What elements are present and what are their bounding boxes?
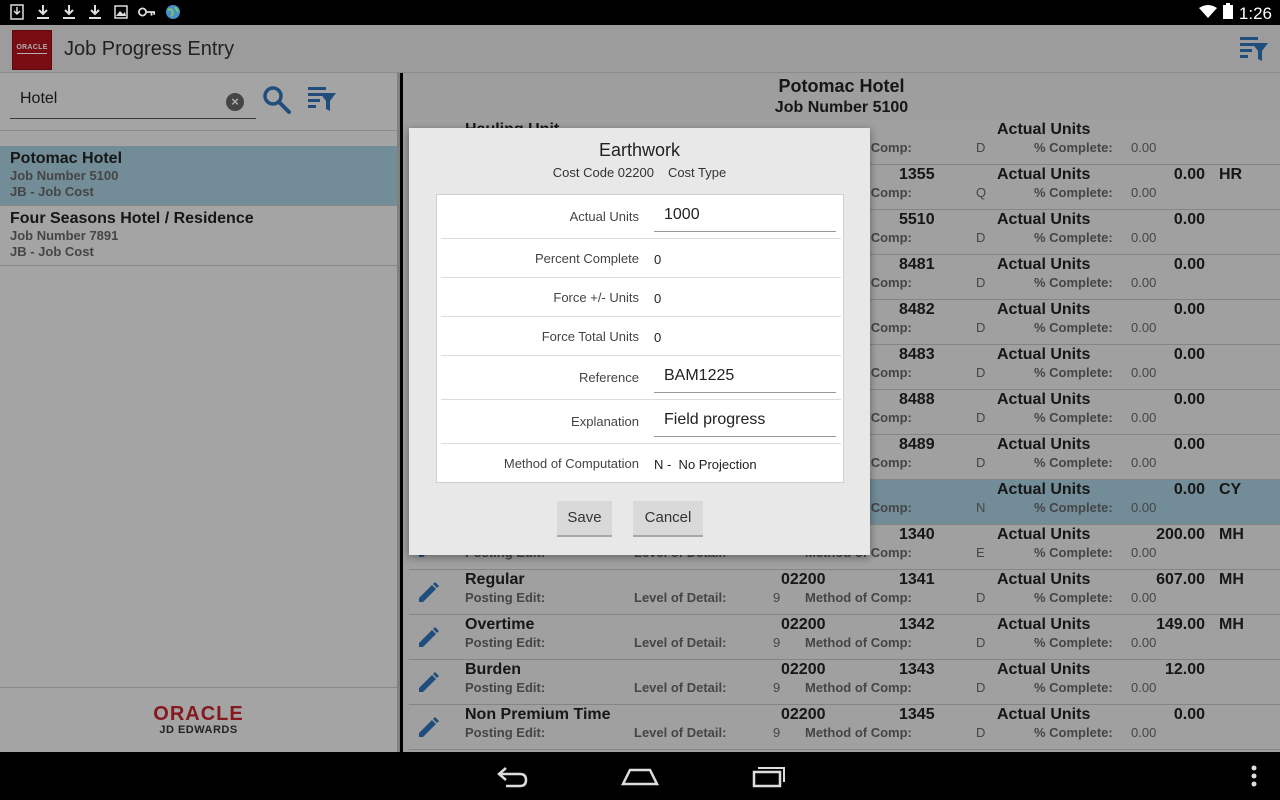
battery-icon — [1222, 3, 1233, 24]
actual-units-row: Actual Units 1000 — [441, 195, 841, 239]
download-icon — [86, 3, 104, 21]
cancel-button[interactable]: Cancel — [633, 501, 703, 537]
back-icon[interactable] — [492, 762, 532, 790]
reference-row: Reference BAM1225 — [441, 356, 841, 400]
clock-time: 1:26 — [1238, 3, 1272, 23]
actual-units-field[interactable]: 1000 — [654, 200, 836, 232]
force-units-value: 0 — [654, 291, 662, 306]
reference-field[interactable]: BAM1225 — [654, 361, 836, 393]
globe-icon — [164, 3, 182, 21]
image-icon — [112, 3, 130, 21]
force-total-units-value: 0 — [654, 330, 662, 345]
progress-form: Actual Units 1000 Percent Complete 0 For… — [436, 194, 844, 483]
status-bar: 1:26 — [0, 0, 1280, 25]
navigation-bar — [0, 752, 1280, 800]
explanation-row: Explanation Field progress — [441, 400, 841, 444]
cost-code: Cost Code 02200 — [552, 165, 654, 180]
save-button[interactable]: Save — [557, 501, 612, 537]
force-units-row: Force +/- Units 0 — [441, 278, 841, 317]
system-icons: 1:26 — [1198, 3, 1272, 24]
dialog-title: Earthwork — [598, 140, 681, 160]
download-icon — [34, 3, 52, 21]
explanation-field[interactable]: Field progress — [654, 405, 836, 437]
recents-icon[interactable] — [748, 762, 788, 790]
dialog-subtitle: Cost Code 02200 Cost Type — [409, 165, 870, 180]
percent-complete-row: Percent Complete 0 — [441, 239, 841, 278]
overflow-menu-icon[interactable] — [1234, 762, 1274, 790]
force-total-units-row: Force Total Units 0 — [441, 317, 841, 356]
method-value: N - No Projection — [654, 457, 757, 472]
wifi-icon — [1198, 4, 1217, 24]
download-box-icon — [8, 3, 26, 21]
method-row: Method of Computation N - No Projection — [503, 456, 757, 472]
notification-icons — [8, 3, 182, 21]
progress-entry-dialog: Earthwork Cost Code 02200 Cost Type Actua… — [409, 128, 870, 555]
percent-complete-value: 0 — [654, 252, 662, 267]
cost-type: Cost Type — [667, 165, 727, 180]
home-icon[interactable] — [620, 762, 660, 790]
download-icon — [60, 3, 78, 21]
key-icon — [138, 3, 156, 21]
